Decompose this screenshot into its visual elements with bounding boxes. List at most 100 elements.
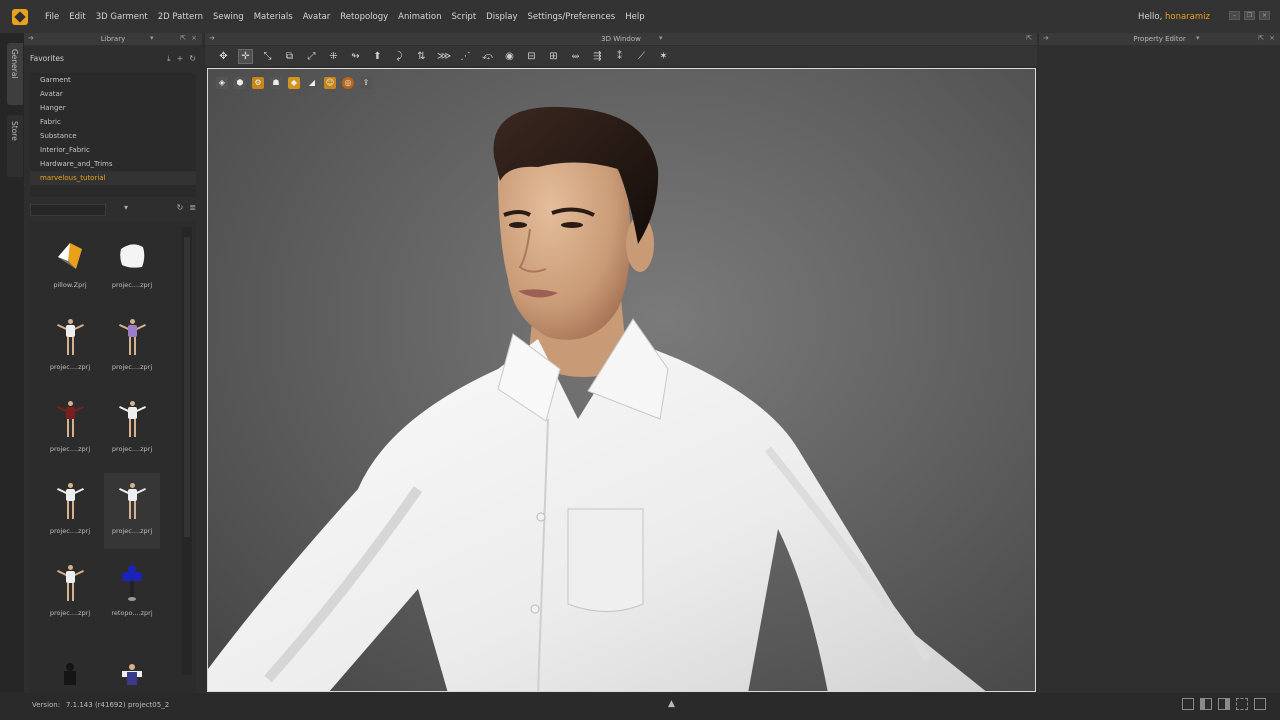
version-label: Version:: [32, 701, 61, 709]
select-mesh-icon[interactable]: ⤡: [261, 50, 274, 63]
list-item-substance[interactable]: Substance: [30, 129, 196, 143]
avatar-blue-retopo-icon: [118, 563, 146, 603]
refresh-icon[interactable]: ↻: [177, 203, 184, 212]
menu-3d-garment[interactable]: 3D Garment: [91, 12, 153, 22]
thumbnail-label: projec....zprj: [111, 363, 153, 371]
list-item-garment[interactable]: Garment: [30, 73, 196, 87]
project-name: project05_2: [128, 701, 170, 709]
menu-edit[interactable]: Edit: [64, 12, 90, 22]
list-view-icon[interactable]: ≣: [189, 203, 196, 212]
pin-icon[interactable]: ➔: [28, 34, 34, 42]
avatar-white-shirt-icon: [118, 399, 146, 439]
expand-up-icon[interactable]: ▲: [668, 699, 675, 709]
grain-line-icon[interactable]: ⋰: [459, 50, 472, 63]
menu-sewing[interactable]: Sewing: [208, 12, 249, 22]
thumbnail-item[interactable]: projec....zprj: [104, 391, 160, 467]
strengthen-icon[interactable]: ↬: [349, 50, 362, 63]
pleat-icon[interactable]: ⇶: [591, 50, 604, 63]
greeting-label: Hello,: [1138, 12, 1163, 22]
add-icon[interactable]: +: [177, 54, 184, 64]
thumbnail-item[interactable]: [104, 637, 160, 693]
thumbnail-label: pillow.Zprj: [53, 281, 87, 289]
menu-script[interactable]: Script: [447, 12, 482, 22]
undock-icon[interactable]: ⇱: [1026, 34, 1032, 42]
thumbnail-item[interactable]: projec....zprj: [104, 309, 160, 385]
undock-icon[interactable]: ⇱: [1258, 34, 1264, 42]
menu-2d-pattern[interactable]: 2D Pattern: [153, 12, 208, 22]
list-item-marvelous-tutorial[interactable]: marvelous_tutorial: [30, 171, 196, 185]
menu-settings-preferences[interactable]: Settings/Preferences: [523, 12, 621, 22]
pin-icon[interactable]: ➔: [1043, 34, 1049, 42]
3d-viewport[interactable]: ◈ ⬢ ⚙ ☗ ◆ ◢ ☺ ◎ ⇪: [207, 68, 1036, 692]
thumbnail-item[interactable]: projec....zprj: [42, 555, 98, 631]
dropdown-icon[interactable]: ▾: [150, 34, 154, 42]
close-panel-icon[interactable]: ×: [1269, 34, 1275, 42]
download-icon[interactable]: ⤓: [167, 54, 171, 64]
fold-arrangement-icon[interactable]: ⧉: [283, 50, 296, 63]
menu-file[interactable]: File: [40, 12, 64, 22]
thumbnail-item[interactable]: projec....zprj: [104, 227, 160, 303]
layout-grid-icon[interactable]: [1254, 698, 1266, 710]
property-editor-title-bar: ➔ Property Editor ▾ ⇱ ×: [1039, 33, 1280, 45]
list-item-hardware-and-trims[interactable]: Hardware_and_Trims: [30, 157, 196, 171]
menu-animation[interactable]: Animation: [393, 12, 446, 22]
arrangement-icon[interactable]: ⬆: [371, 50, 384, 63]
avatar-white-shirt-icon: [56, 563, 84, 603]
button-icon[interactable]: ◉: [503, 50, 516, 63]
pin-icon[interactable]: ➔: [209, 34, 215, 42]
transform-icon[interactable]: ✛: [238, 48, 253, 64]
refresh-icon[interactable]: ↻: [189, 54, 196, 64]
elastic-icon[interactable]: ⁑: [613, 50, 626, 63]
list-item-interior-fabric[interactable]: Interior_Fabric: [30, 143, 196, 157]
layout-split-icon[interactable]: [1200, 698, 1212, 710]
side-tabs: General Store: [0, 33, 24, 693]
sewing-icon[interactable]: ⥈: [569, 50, 582, 63]
zipper-icon[interactable]: ⊞: [547, 50, 560, 63]
list-item-avatar[interactable]: Avatar: [30, 87, 196, 101]
close-panel-icon[interactable]: ×: [191, 34, 197, 42]
undock-icon[interactable]: ⇱: [180, 34, 186, 42]
library-search-input[interactable]: [30, 204, 106, 216]
tab-store[interactable]: Store: [7, 115, 23, 177]
list-item-fabric[interactable]: Fabric: [30, 115, 196, 129]
menu-help[interactable]: Help: [620, 12, 649, 22]
marvelous-designer-app: File Edit 3D Garment 2D Pattern Sewing M…: [0, 0, 1280, 720]
menu-display[interactable]: Display: [481, 12, 522, 22]
dropdown-icon[interactable]: ▾: [659, 34, 663, 42]
list-item-hanger[interactable]: Hanger: [30, 101, 196, 115]
close-icon[interactable]: ×: [1259, 11, 1270, 20]
tack-icon[interactable]: ⁜: [327, 50, 340, 63]
seam-line-icon[interactable]: ⤸: [393, 50, 406, 63]
thumbnail-item[interactable]: projec....zprj: [42, 473, 98, 549]
buttonhole-icon[interactable]: ⊟: [525, 50, 538, 63]
thumbnail-item[interactable]: projec....zprj: [42, 309, 98, 385]
username-link[interactable]: honaramiz: [1165, 12, 1210, 22]
thumbnail-item[interactable]: retopo....zprj: [104, 555, 160, 631]
menu-materials[interactable]: Materials: [249, 12, 298, 22]
brush-icon[interactable]: ⟋: [635, 50, 648, 63]
avatar-pose-icon[interactable]: ✶: [657, 50, 670, 63]
version-value: 7.1.143 (r41692): [66, 701, 126, 709]
edit-pin-icon[interactable]: ⤢: [305, 50, 318, 63]
measure-icon[interactable]: ⤽: [481, 50, 494, 63]
minimize-icon[interactable]: –: [1229, 11, 1240, 20]
layout-single-icon[interactable]: [1182, 698, 1194, 710]
thumbnail-item-selected[interactable]: projec....zprj: [104, 473, 160, 549]
dropdown-icon[interactable]: ▾: [1196, 34, 1200, 42]
tab-general[interactable]: General: [7, 43, 23, 105]
chevron-down-icon[interactable]: ▾: [124, 203, 128, 212]
menu-avatar[interactable]: Avatar: [298, 12, 336, 22]
segment-sewing-icon[interactable]: ⇅: [415, 50, 428, 63]
thumbnail-item[interactable]: projec....zprj: [42, 391, 98, 467]
restore-icon[interactable]: ❐: [1244, 11, 1255, 20]
layout-quad-icon[interactable]: [1236, 698, 1248, 710]
thumbnail-item[interactable]: pillow.Zprj: [42, 227, 98, 303]
menu-retopology[interactable]: Retopology: [335, 12, 393, 22]
layout-split-right-icon[interactable]: [1218, 698, 1230, 710]
scrollbar-thumb[interactable]: [184, 237, 190, 537]
style-line-icon[interactable]: ⋙: [437, 50, 451, 63]
select-move-icon[interactable]: ✥: [217, 50, 230, 63]
thumbnail-item[interactable]: [42, 637, 98, 693]
property-editor-title: Property Editor: [1133, 35, 1186, 43]
library-scrollbar[interactable]: [182, 227, 192, 675]
